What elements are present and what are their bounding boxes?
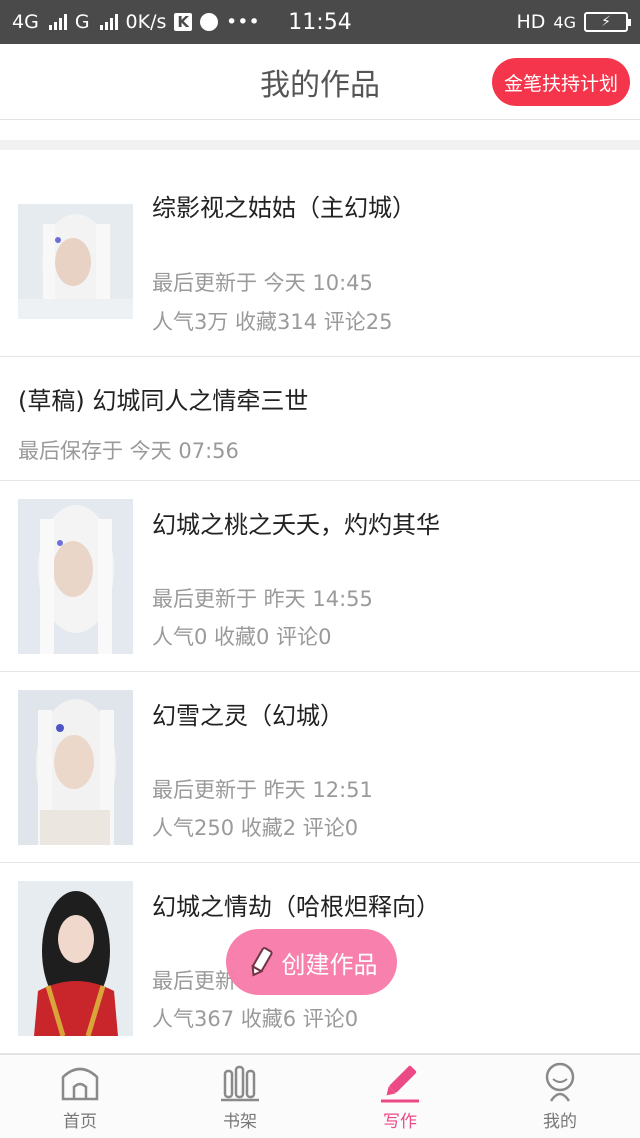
- work-item[interactable]: 幻雪之灵（幻城） 最后更新于 昨天 12:51 人气250 收藏2 评论0: [0, 672, 640, 863]
- work-stats: 人气0 收藏0 评论0: [152, 625, 332, 649]
- user-icon: [545, 1062, 575, 1102]
- header: 我的作品 金笔扶持计划: [0, 44, 640, 120]
- pencil-icon: [250, 947, 273, 977]
- work-cover-image: [18, 881, 133, 1036]
- work-stats: 人气250 收藏2 评论0: [152, 816, 359, 840]
- work-update-time: 最后更新于 今天 10:45: [152, 271, 373, 295]
- work-item[interactable]: 幻城之桃之夭夭，灼灼其华 最后更新于 昨天 14:55 人气0 收藏0 评论0: [0, 481, 640, 672]
- bottom-nav: 首页 书架 写作 我的: [0, 1054, 640, 1138]
- battery-icon: ⚡: [584, 12, 631, 32]
- work-title: 幻雪之灵（幻城）: [152, 702, 344, 730]
- nav-label-home: 首页: [63, 1112, 97, 1132]
- work-update-time: 最后更新: [152, 969, 236, 993]
- divider: [0, 140, 640, 150]
- nav-item-home[interactable]: 首页: [0, 1055, 160, 1138]
- nav-label-shelf: 书架: [223, 1112, 257, 1132]
- work-stats: 人气367 收藏6 评论0: [152, 1007, 359, 1031]
- work-title: (草稿) 幻城同人之情牵三世: [18, 387, 309, 415]
- work-save-time: 最后保存于 今天 07:56: [18, 439, 239, 463]
- status-right: HD 4G ⚡: [516, 11, 631, 33]
- nav-item-shelf[interactable]: 书架: [160, 1055, 320, 1138]
- work-update-time: 最后更新于 昨天 14:55: [152, 587, 373, 611]
- pen-icon: [381, 1065, 419, 1103]
- nav-label-mine: 我的: [543, 1112, 577, 1132]
- app-ball-icon: [200, 13, 219, 31]
- work-cover-image: [18, 690, 133, 845]
- create-work-label: 创建作品: [281, 950, 378, 979]
- nav-item-mine[interactable]: 我的: [480, 1055, 640, 1138]
- work-cover-image: [18, 204, 133, 319]
- bookshelf-icon: [221, 1065, 259, 1102]
- network-label-2: G: [74, 11, 90, 33]
- work-stats: 人气3万 收藏314 评论25: [152, 310, 393, 334]
- create-work-button[interactable]: 创建作品: [226, 929, 397, 995]
- more-dots-icon: •••: [226, 11, 260, 33]
- work-item-draft[interactable]: (草稿) 幻城同人之情牵三世 最后保存于 今天 07:56: [0, 357, 640, 481]
- network-label: 4G: [12, 11, 39, 33]
- network-4g-label: 4G: [553, 12, 576, 32]
- works-list: 综影视之姑姑（主幻城） 最后更新于 今天 10:45 人气3万 收藏314 评论…: [0, 150, 640, 1054]
- nav-item-write[interactable]: 写作: [320, 1055, 480, 1138]
- work-title: 综影视之姑姑（主幻城）: [152, 194, 416, 222]
- golden-pen-support-button[interactable]: 金笔扶持计划: [491, 58, 630, 106]
- k-app-icon: K: [174, 13, 193, 31]
- status-bar: 4G G 0K/s K ••• 11:54 HD 4G ⚡: [0, 0, 640, 44]
- signal-icon: [48, 14, 67, 30]
- work-title: 幻城之桃之夭夭，灼灼其华: [152, 511, 440, 539]
- signal-icon-2: [99, 14, 118, 30]
- work-cover-image: [18, 499, 133, 654]
- nav-label-write: 写作: [383, 1112, 417, 1132]
- work-title: 幻城之情劫（哈根炟释向）: [152, 893, 440, 921]
- speed-text: 0K/s: [125, 11, 167, 33]
- work-item[interactable]: 综影视之姑姑（主幻城） 最后更新于 今天 10:45 人气3万 收藏314 评论…: [0, 150, 640, 357]
- home-icon: [61, 1067, 99, 1101]
- status-left: 4G G 0K/s K •••: [12, 11, 260, 33]
- work-update-time: 最后更新于 昨天 12:51: [152, 778, 373, 802]
- hd-label: HD: [516, 11, 546, 33]
- page-title: 我的作品: [260, 67, 380, 103]
